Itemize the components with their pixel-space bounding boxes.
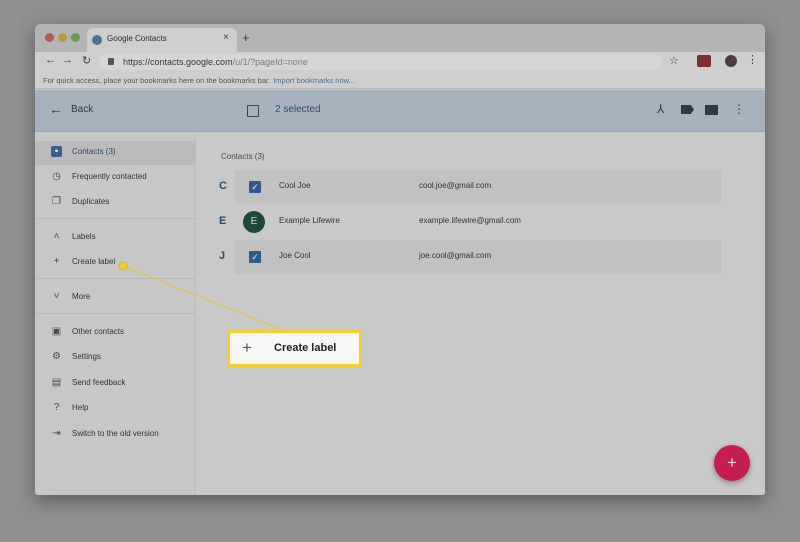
tab-title: Google Contacts xyxy=(107,34,167,43)
contact-checkbox[interactable]: ✓ xyxy=(249,251,261,263)
contact-email: example.lifewire@gmail.com xyxy=(419,216,521,225)
tab-strip: Google Contacts × + xyxy=(35,24,765,52)
sidebar-item-help[interactable]: ? Help xyxy=(35,397,196,421)
url-text: https://contacts.google.com/u/1/?pageId=… xyxy=(123,57,308,67)
sidebar-divider xyxy=(35,278,196,279)
bookmarks-bar: For quick access, place your bookmarks h… xyxy=(35,72,765,89)
sidebar-item-more[interactable]: ˅ More xyxy=(35,286,196,310)
selected-count: 2 selected xyxy=(275,104,321,115)
merge-icon[interactable]: ⅄ xyxy=(657,102,664,116)
bookmarks-prompt: For quick access, place your bookmarks h… xyxy=(43,76,355,85)
sidebar-item-send-feedback[interactable]: ▤ Send feedback xyxy=(35,372,196,396)
sidebar-item-frequently-contacted[interactable]: ◷ Frequently contacted xyxy=(35,166,196,190)
back-arrow-icon[interactable]: ← xyxy=(49,101,63,117)
feedback-icon: ▤ xyxy=(51,377,62,388)
history-icon: ◷ xyxy=(52,171,61,182)
contact-row[interactable]: J ✓ Joe Cool joe.cool@gmail.com xyxy=(219,240,721,274)
contact-name: Joe Cool xyxy=(279,251,311,260)
tab-close-icon[interactable]: × xyxy=(223,32,229,43)
plus-icon: + xyxy=(242,338,252,357)
vertical-dots-icon[interactable]: ⋮ xyxy=(747,53,758,66)
lock-icon xyxy=(108,58,114,65)
contact-checkbox[interactable]: ✓ xyxy=(249,181,261,193)
arrow-right-icon[interactable]: → xyxy=(62,54,73,66)
new-tab-button[interactable]: + xyxy=(242,30,250,45)
more-vert-icon[interactable]: ⋮ xyxy=(733,102,745,116)
email-icon[interactable] xyxy=(705,105,718,115)
sidebar-item-duplicates[interactable]: ❐ Duplicates xyxy=(35,191,196,215)
row-letter: C xyxy=(219,180,227,192)
exit-icon: ⇥ xyxy=(52,428,61,439)
maximize-window-button[interactable] xyxy=(71,33,80,42)
reload-icon[interactable]: ↻ xyxy=(82,54,91,67)
back-button[interactable]: Back xyxy=(71,104,93,115)
selection-app-bar: ← Back 2 selected ⅄ ⋮ xyxy=(35,90,765,132)
contacts-favicon-icon xyxy=(92,35,102,45)
sidebar-item-other-contacts[interactable]: ▣ Other contacts xyxy=(35,321,196,345)
contact-name: Example Lifewire xyxy=(279,216,340,225)
select-all-checkbox[interactable] xyxy=(247,105,259,117)
star-icon[interactable]: ☆ xyxy=(669,54,679,67)
sidebar-item-switch-old-version[interactable]: ⇥ Switch to the old version xyxy=(35,423,196,447)
import-bookmarks-link[interactable]: Import bookmarks now... xyxy=(273,76,355,85)
chevron-down-icon: ˅ xyxy=(53,291,60,302)
add-contact-icon: ▣ xyxy=(51,326,62,337)
sidebar-item-labels[interactable]: ˄ Labels xyxy=(35,226,196,250)
browser-tab[interactable]: Google Contacts × xyxy=(87,28,237,52)
sidebar-item-create-label[interactable]: + Create label xyxy=(35,251,196,275)
row-letter: J xyxy=(219,250,226,262)
chevron-up-icon: ˄ xyxy=(53,231,60,242)
gear-icon: ⚙ xyxy=(52,351,61,362)
help-icon: ? xyxy=(53,402,60,413)
contact-email: cool.joe@gmail.com xyxy=(419,181,492,190)
contacts-main: Contacts (3) C ✓ Cool Joe cool.joe@gmail… xyxy=(197,133,765,495)
contact-email: joe.cool@gmail.com xyxy=(419,251,492,260)
contact-avatar[interactable]: E xyxy=(243,211,265,233)
contact-row[interactable]: E E Example Lifewire example.lifewire@gm… xyxy=(219,205,721,239)
close-window-button[interactable] xyxy=(45,33,54,42)
callout-label: Create label xyxy=(274,342,337,354)
plus-icon: + xyxy=(53,256,60,267)
duplicates-icon: ❐ xyxy=(52,196,61,207)
sidebar-divider xyxy=(35,218,196,219)
contact-row[interactable]: C ✓ Cool Joe cool.joe@gmail.com xyxy=(219,170,721,204)
sidebar: ▪ Contacts (3) ◷ Frequently contacted ❐ … xyxy=(35,133,196,495)
contacts-heading: Contacts (3) xyxy=(221,152,265,161)
row-letter: E xyxy=(219,215,227,227)
sidebar-item-contacts[interactable]: ▪ Contacts (3) xyxy=(35,141,196,165)
create-label-callout: + Create label xyxy=(227,330,362,367)
contacts-icon: ▪ xyxy=(51,146,62,157)
extension-icon[interactable] xyxy=(697,55,711,67)
minimize-window-button[interactable] xyxy=(58,33,67,42)
create-contact-button[interactable]: + xyxy=(714,445,750,481)
address-bar[interactable]: https://contacts.google.com/u/1/?pageId=… xyxy=(99,54,662,70)
contact-name: Cool Joe xyxy=(279,181,311,190)
sidebar-item-settings[interactable]: ⚙ Settings xyxy=(35,346,196,370)
profile-avatar[interactable] xyxy=(725,55,737,67)
arrow-left-icon[interactable]: ← xyxy=(45,54,56,66)
label-icon[interactable] xyxy=(681,105,694,114)
sidebar-divider xyxy=(35,313,196,314)
address-toolbar: ← → ↻ https://contacts.google.com/u/1/?p… xyxy=(35,52,765,72)
browser-window: Google Contacts × + ← → ↻ https://contac… xyxy=(35,24,765,495)
